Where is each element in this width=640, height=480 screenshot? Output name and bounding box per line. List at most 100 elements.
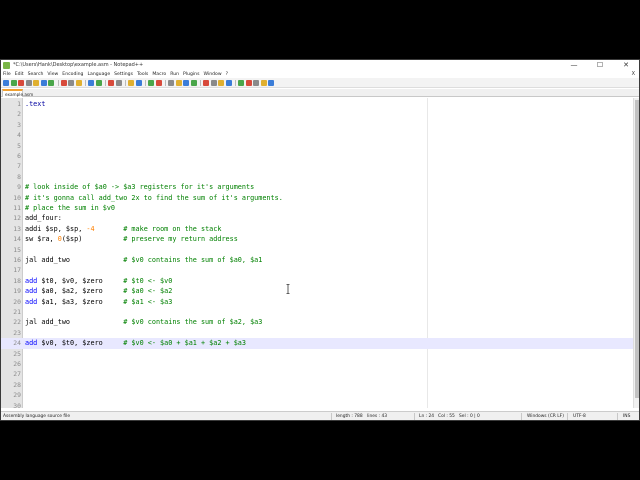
line-number: 29: [13, 391, 21, 400]
redo-icon[interactable]: [95, 79, 102, 86]
play-multi-icon[interactable]: [260, 79, 267, 86]
code-line[interactable]: 6: [1, 151, 633, 161]
folder-icon[interactable]: [218, 79, 224, 86]
title-bar[interactable]: *C:\Users\Hank\Desktop\example.asm - Not…: [1, 60, 639, 70]
code-line[interactable]: 5: [1, 141, 633, 151]
close-document-button[interactable]: X: [632, 70, 635, 78]
code-line[interactable]: 21: [1, 307, 633, 317]
screen: *C:\Users\Hank\Desktop\example.asm - Not…: [0, 0, 640, 480]
vertical-scrollbar[interactable]: [633, 98, 639, 408]
paste-icon[interactable]: [75, 79, 82, 86]
line-number: 26: [13, 360, 21, 368]
code-line[interactable]: 4: [1, 130, 633, 140]
code-text: add $a1, $a3, $zero # $a1 <- $a3: [25, 297, 172, 307]
save-macro-icon[interactable]: [268, 79, 274, 86]
line-number: 27: [13, 370, 21, 379]
code-line[interactable]: 11 # place the sum in $v0: [1, 203, 633, 213]
save-all-icon[interactable]: [25, 79, 32, 86]
close-window-button[interactable]: ✕: [613, 60, 639, 70]
menu-window[interactable]: Window: [204, 72, 222, 77]
code-line[interactable]: 23: [1, 328, 633, 338]
code-line[interactable]: 16 jal add_two # $v0 contains the sum of …: [1, 255, 633, 265]
code-line[interactable]: 30: [1, 401, 633, 408]
func-list-icon[interactable]: [210, 79, 217, 86]
menu-language[interactable]: Language: [87, 72, 110, 77]
toolbar-separator: [85, 79, 86, 86]
indent-guide-icon[interactable]: [183, 79, 189, 86]
code-line[interactable]: 14 sw $ra, 0($sp) # preserve my return ad…: [1, 234, 633, 244]
code-line[interactable]: 8: [1, 172, 633, 182]
code-line[interactable]: 15: [1, 245, 633, 255]
menu-search[interactable]: Search: [28, 72, 44, 77]
replace-icon[interactable]: [115, 79, 122, 86]
status-encoding: UTF-8: [573, 414, 586, 419]
undo-icon[interactable]: [88, 79, 94, 86]
code-comment: # $a0 <- $a2: [123, 287, 173, 296]
code-line[interactable]: 10 # it's gonna call add_two 2x to find t…: [1, 193, 633, 203]
close-icon[interactable]: [33, 79, 39, 86]
doc-map-icon[interactable]: [203, 79, 209, 86]
menu-edit[interactable]: Edit: [15, 72, 24, 77]
play-icon[interactable]: [253, 79, 259, 86]
zoom-out-icon[interactable]: [135, 79, 142, 86]
code-line[interactable]: 29: [1, 390, 633, 400]
line-number: 24: [13, 339, 21, 348]
code-keyword: add: [25, 276, 38, 285]
code-line[interactable]: 3: [1, 120, 633, 130]
code-line[interactable]: 13 addi $sp, $sp, -4 # make room on the s…: [1, 224, 633, 234]
find-icon[interactable]: [108, 79, 114, 86]
menu-file[interactable]: File: [3, 72, 11, 77]
code-editor[interactable]: 1 .text 2 3 4 5 6 7 8 9 # look inside of $a0 -> $a…: [1, 98, 633, 408]
maximize-button[interactable]: ☐: [587, 60, 613, 70]
copy-icon[interactable]: [68, 79, 74, 86]
code-line[interactable]: 1 .text: [1, 99, 633, 109]
code-line[interactable]: 20 add $a1, $a3, $zero # $a1 <- $a3: [1, 297, 633, 307]
menu-help[interactable]: ?: [226, 72, 228, 77]
menu-view[interactable]: View: [47, 72, 58, 77]
status-sel: Sel : 0 | 0: [459, 414, 480, 419]
menu-settings[interactable]: Settings: [114, 72, 133, 77]
code-line[interactable]: 24 add $v0, $t0, $zero # $v0 <- $a0 + $a1…: [1, 338, 633, 349]
tab-example-asm[interactable]: example.asm: [2, 89, 33, 97]
sync-v-icon[interactable]: [148, 79, 154, 86]
close-all-icon[interactable]: [40, 79, 47, 86]
menu-encoding[interactable]: Encoding: [62, 72, 83, 77]
zoom-in-icon[interactable]: [128, 79, 134, 86]
sync-h-icon[interactable]: [155, 79, 162, 86]
code-line[interactable]: 9 # look inside of $a0 -> $a3 registers f…: [1, 182, 633, 192]
notepadpp-logo-icon: [3, 61, 10, 69]
code-line[interactable]: 12 add_four:: [1, 213, 633, 223]
new-file-icon[interactable]: [3, 79, 9, 86]
record-icon[interactable]: [238, 79, 244, 86]
code-line[interactable]: 27: [1, 369, 633, 379]
code-line[interactable]: 25: [1, 349, 633, 359]
code-line[interactable]: 2: [1, 109, 633, 119]
toolbar-separator: [145, 79, 146, 86]
minimize-button[interactable]: —: [561, 60, 587, 70]
line-number: 16: [13, 256, 21, 264]
wrap-icon[interactable]: [168, 79, 174, 86]
code-line[interactable]: 19 add $a0, $a2, $zero # $a0 <- $a2: [1, 286, 633, 296]
code-line[interactable]: 18 add $t0, $v0, $zero # $t0 <- $v0: [1, 276, 633, 286]
code-line[interactable]: 28: [1, 380, 633, 390]
menu-tools[interactable]: Tools: [137, 72, 148, 77]
save-icon[interactable]: [18, 79, 24, 86]
menu-macro[interactable]: Macro: [152, 72, 166, 77]
print-icon[interactable]: [48, 79, 54, 86]
toolbar-separator: [235, 79, 236, 86]
code-line[interactable]: 26: [1, 359, 633, 369]
code-line[interactable]: 17: [1, 265, 633, 275]
line-number: 17: [13, 266, 21, 275]
code-line[interactable]: 22 jal add_two # $v0 contains the sum of …: [1, 317, 633, 327]
all-chars-icon[interactable]: [175, 79, 182, 86]
lang-icon[interactable]: [190, 79, 197, 86]
cut-icon[interactable]: [60, 79, 67, 86]
line-number: 1: [17, 100, 21, 108]
code-line[interactable]: 7: [1, 161, 633, 171]
monitor-icon[interactable]: [225, 79, 232, 86]
menu-run[interactable]: Run: [170, 72, 179, 77]
open-file-icon[interactable]: [10, 79, 17, 86]
scrollbar-thumb[interactable]: [635, 100, 639, 398]
menu-plugins[interactable]: Plugins: [183, 72, 199, 77]
stop-icon[interactable]: [245, 79, 252, 86]
